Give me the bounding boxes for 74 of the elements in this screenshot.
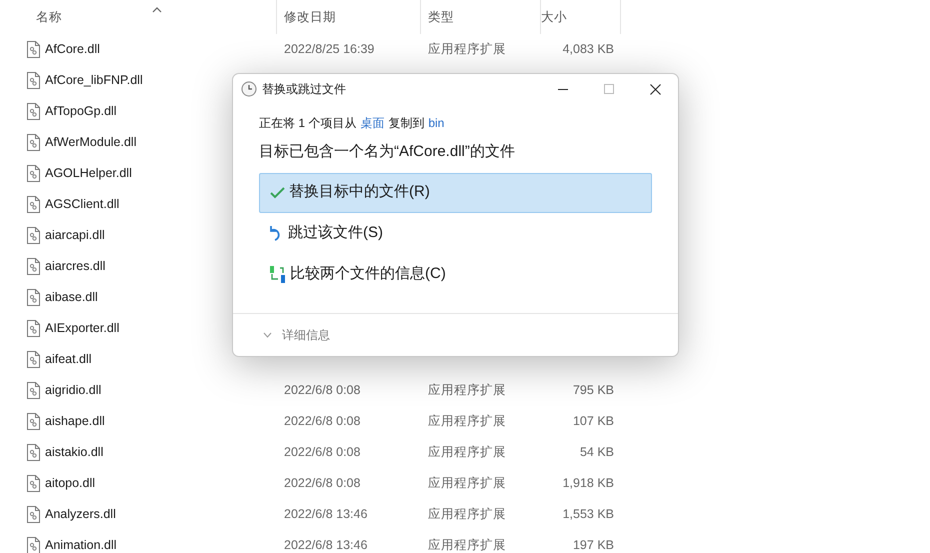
- file-name[interactable]: AfTopoGp.dll: [45, 102, 117, 121]
- file-name[interactable]: AGSClient.dll: [45, 195, 120, 214]
- file-name[interactable]: aigridio.dll: [45, 381, 102, 400]
- location-link[interactable]: bin: [428, 114, 444, 132]
- check-icon: [270, 186, 285, 198]
- dialog-heading: 目标已包含一个名为“AfCore.dll”的文件: [258, 142, 516, 162]
- table-cell-text: 2022/6/8 13:46: [284, 506, 368, 524]
- table-cell-text: 2022/6/8 0:08: [284, 413, 360, 430]
- table-cell-text: 应用程序扩展: [428, 444, 506, 462]
- file-icon: [27, 165, 40, 182]
- file-icon: [27, 475, 40, 492]
- column-header[interactable]: 名称: [0, 0, 277, 34]
- status-text: 正在将 1 个项目从: [259, 115, 356, 132]
- file-name[interactable]: AfCore_libFNP.dll: [45, 71, 143, 90]
- file-icon: [27, 320, 40, 337]
- file-icon: [27, 444, 40, 461]
- file-icon: [27, 134, 40, 151]
- table-cell-text: 1,553 KB: [562, 506, 614, 524]
- compare-files-icon: [270, 266, 286, 284]
- maximize-icon: [604, 84, 614, 94]
- location-link[interactable]: 桌面: [360, 114, 384, 132]
- sort-caret-icon: [152, 7, 162, 13]
- option-button[interactable]: 替换目标中的文件(R): [259, 172, 652, 212]
- chevron-icon: [263, 332, 272, 338]
- file-icon: [27, 413, 40, 430]
- details-toggle[interactable]: 详细信息: [263, 326, 330, 344]
- file-name[interactable]: aitopo.dll: [45, 474, 96, 493]
- file-icon: [27, 289, 40, 306]
- file-name[interactable]: Analyzers.dll: [45, 505, 116, 524]
- table-cell-text: 应用程序扩展: [428, 41, 506, 58]
- file-name[interactable]: aishape.dll: [45, 412, 105, 431]
- table-cell-text: 2022/6/8 0:08: [284, 444, 360, 462]
- table-cell-text: 应用程序扩展: [428, 537, 506, 553]
- file-name[interactable]: aifeat.dll: [45, 350, 92, 369]
- file-name[interactable]: aistakio.dll: [45, 443, 104, 462]
- column-header[interactable]: 类型: [421, 0, 541, 34]
- file-icon: [27, 382, 40, 399]
- file-name[interactable]: AIExporter.dll: [45, 319, 120, 338]
- file-name[interactable]: AfCore.dll: [45, 40, 100, 59]
- table-cell-text: 应用程序扩展: [428, 506, 506, 524]
- minimize-icon: [558, 88, 568, 90]
- file-icon: [27, 41, 40, 58]
- file-icon: [27, 196, 40, 213]
- table-cell-text: 2022/6/8 0:08: [284, 475, 360, 492]
- table-cell-text: 4,083 KB: [562, 41, 614, 58]
- file-icon: [27, 103, 40, 120]
- clock-icon: [241, 81, 257, 97]
- file-name[interactable]: AfWerModule.dll: [45, 133, 136, 152]
- column-header[interactable]: 大小: [541, 0, 621, 34]
- table-cell-text: 应用程序扩展: [428, 475, 506, 492]
- table-cell-text: 1,918 KB: [562, 475, 614, 492]
- window-title: 替换或跳过文件: [262, 81, 346, 98]
- file-name[interactable]: AGOLHelper.dll: [45, 164, 132, 183]
- table-cell-text: 795 KB: [572, 382, 614, 400]
- file-icon: [27, 506, 40, 523]
- table-cell-text: 54 KB: [580, 444, 614, 462]
- column-header[interactable]: 修改日期: [277, 0, 421, 34]
- file-name[interactable]: aiarcapi.dll: [45, 226, 105, 245]
- file-icon: [27, 227, 40, 244]
- file-icon: [27, 351, 40, 368]
- table-cell-text: 应用程序扩展: [428, 382, 506, 400]
- file-icon: [27, 72, 40, 89]
- file-name[interactable]: aibase.dll: [45, 288, 98, 307]
- table-cell-text: 应用程序扩展: [428, 413, 506, 430]
- table-cell-text: 2022/6/8 13:46: [284, 537, 368, 553]
- file-icon: [27, 258, 40, 275]
- status-text: 复制到: [388, 115, 424, 132]
- table-cell-text: 197 KB: [572, 537, 614, 553]
- file-name[interactable]: Animation.dll: [45, 536, 117, 553]
- table-cell-text: 2022/8/25 16:39: [284, 41, 374, 58]
- table-cell-text: 107 KB: [572, 413, 614, 430]
- close-icon: [650, 84, 660, 94]
- file-name[interactable]: aiarcres.dll: [45, 257, 106, 276]
- table-cell-text: 2022/6/8 0:08: [284, 382, 360, 400]
